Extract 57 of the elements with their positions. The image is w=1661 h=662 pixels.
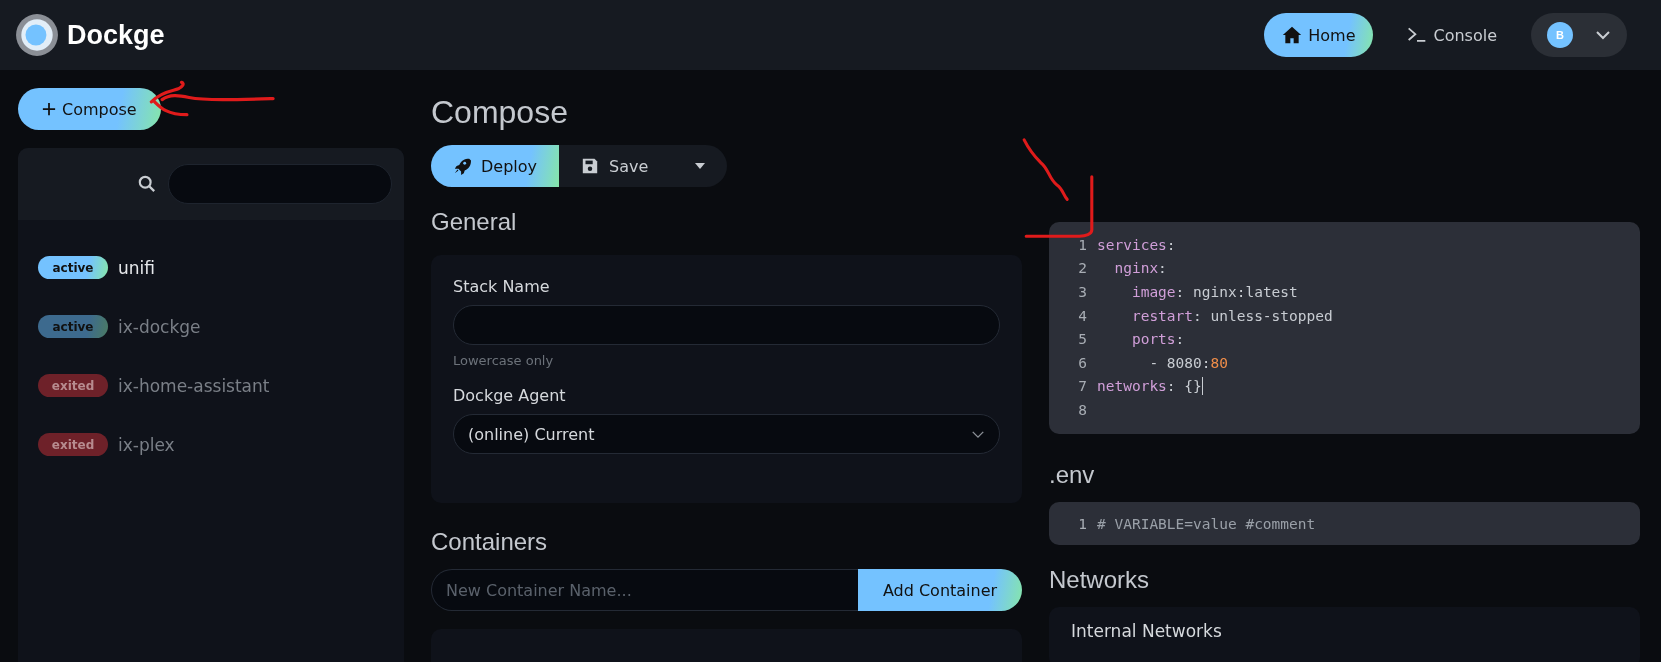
section-heading: Networks — [1049, 565, 1151, 596]
code-line: image: nginx:latest — [1130, 284, 1298, 300]
status-badge: active — [38, 256, 108, 279]
status-badge: active — [38, 315, 108, 338]
chevron-down-icon — [971, 429, 985, 439]
logo-icon — [15, 13, 59, 57]
status-badge: exited — [38, 433, 108, 456]
home-icon — [1282, 25, 1303, 45]
rocket-icon — [453, 157, 471, 175]
card-heading: Internal Networks — [1071, 621, 1222, 642]
container-name-field[interactable]: New Container Name... — [431, 569, 858, 611]
status-badge: exited — [38, 374, 108, 397]
agent-select[interactable]: (online) Current — [453, 414, 1000, 454]
deploy-button[interactable]: Deploy — [431, 145, 560, 187]
code-line: # VARIABLE=value #comment — [1097, 515, 1316, 532]
code-line: services: — [1097, 236, 1176, 253]
code-editor[interactable]: 1 services: 2 nginx: 3 image: nginx:latest 4 restart: unless-stopped 5 ports: 6 - 8080:80 7 networks: {} 8 — [1049, 222, 1640, 434]
field-label: Stack Name — [453, 277, 551, 296]
nav-link[interactable]: Console — [1389, 13, 1515, 57]
section-heading: .env — [1049, 459, 1096, 490]
section-heading: General — [431, 207, 518, 237]
avatar: B — [1547, 22, 1573, 48]
stack-name-field[interactable] — [453, 305, 1000, 345]
brand-name: Dockge — [67, 19, 165, 51]
chevron-down-icon — [1595, 30, 1611, 40]
caret-icon — [695, 163, 705, 169]
terminal-icon — [1407, 25, 1428, 45]
plus-icon — [42, 102, 56, 116]
stack-link[interactable]: ix-home-assistant — [118, 375, 270, 396]
compose-button[interactable]: Compose — [18, 88, 161, 130]
line-number: 7 — [1077, 378, 1088, 395]
code-line: nginx: — [1113, 260, 1167, 277]
stack-link[interactable]: ix-dockge — [118, 316, 201, 337]
code-line: networks: {} — [1097, 377, 1203, 396]
section-heading: Containers — [431, 527, 549, 557]
field-label: Dockge Agent — [453, 386, 567, 405]
code-line: ports: — [1130, 331, 1185, 348]
search-icon — [138, 175, 156, 193]
line-number: 4 — [1077, 307, 1088, 324]
save-button[interactable]: Save — [559, 145, 727, 187]
line-number: 5 — [1077, 331, 1088, 348]
line-number: 3 — [1077, 284, 1088, 300]
stack-link[interactable]: unifi — [118, 257, 155, 278]
search-field[interactable] — [168, 164, 392, 204]
line-number: 1 — [1077, 515, 1088, 532]
nav-link[interactable]: Home — [1264, 13, 1374, 57]
line-number: 2 — [1077, 260, 1088, 277]
env-editor[interactable]: 1 # VARIABLE=value #comment — [1049, 501, 1640, 546]
add-container-button[interactable]: Add Container — [858, 569, 1022, 611]
code-line: - 8080:80 — [1148, 354, 1228, 371]
stack-link[interactable]: ix-plex — [118, 434, 175, 455]
code-line: restart: unless-stopped — [1130, 307, 1333, 324]
line-number: 8 — [1077, 401, 1088, 418]
page-title: Compose — [431, 94, 569, 131]
line-number: 6 — [1077, 354, 1088, 371]
field-hint: Lowercase only — [453, 353, 555, 368]
line-number: 1 — [1077, 236, 1088, 253]
